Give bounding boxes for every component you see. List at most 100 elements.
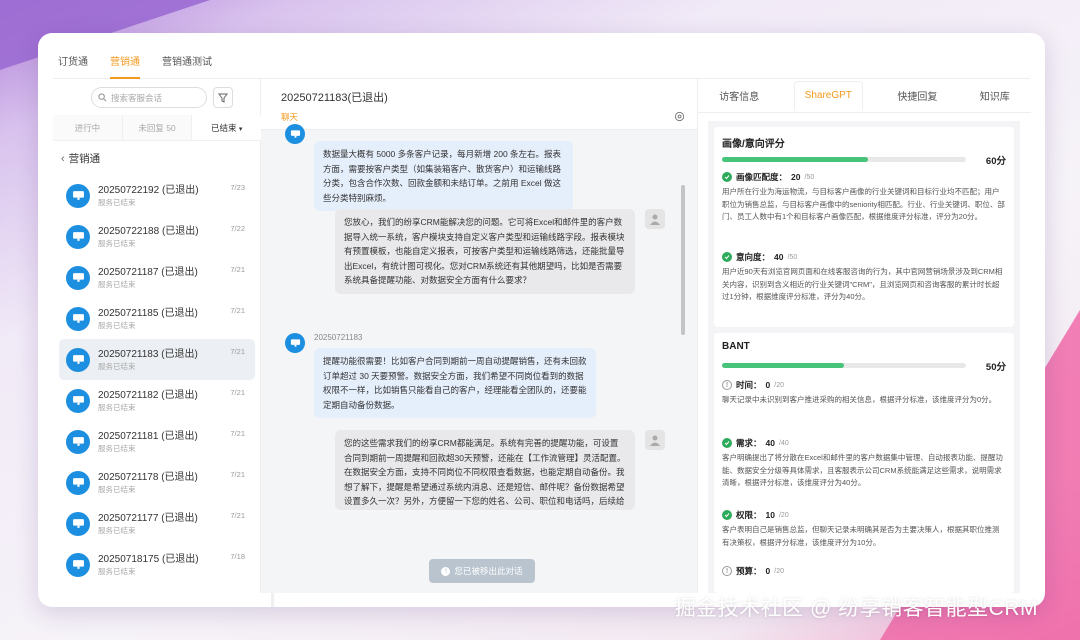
warning-icon: ! — [722, 380, 732, 390]
portrait-score: 60分 — [985, 156, 1006, 167]
criterion-intent: 意向度： 40/50 用户近90天有浏览官网页面和在线客服咨询的行为，其中官网营销… — [722, 251, 1006, 304]
info-icon: ! — [441, 566, 451, 576]
bant-score: 50分 — [985, 362, 1006, 373]
settings-icon[interactable] — [674, 111, 685, 125]
session-date: 7/23 — [230, 183, 245, 192]
session-status: 服务已结束 — [98, 525, 136, 535]
status-tab-in-progress[interactable]: 进行中 — [53, 115, 123, 140]
monitor-icon — [66, 347, 90, 372]
info-tabs: 访客信息 ShareGPT 快捷回复 知识库 — [698, 79, 1031, 113]
check-icon — [722, 172, 732, 182]
agent-avatar — [645, 209, 665, 229]
tab-yingxiaotong-test[interactable]: 营销通测试 — [162, 55, 212, 79]
check-icon — [722, 252, 732, 262]
criterion-value: 10 — [765, 510, 775, 520]
tab-sharegpt[interactable]: ShareGPT — [793, 80, 863, 111]
session-date: 7/21 — [230, 511, 245, 520]
criterion-value: 0 — [765, 380, 771, 390]
session-item[interactable]: 20250721181 (已退出) 服务已结束 7/21 — [59, 421, 255, 462]
criterion-max: /40 — [778, 439, 789, 447]
criterion-value: 40 — [765, 438, 775, 448]
chat-title: 20250721183(已退出) — [281, 92, 388, 104]
session-status: 服务已结束 — [98, 238, 136, 248]
criterion-max: /20 — [774, 381, 784, 389]
session-item[interactable]: 20250721185 (已退出) 服务已结束 7/21 — [59, 298, 255, 339]
monitor-icon — [66, 224, 90, 249]
tab-quick-reply[interactable]: 快捷回复 — [889, 82, 945, 109]
search-input[interactable]: 搜索客服会话 — [91, 87, 207, 108]
session-status: 服务已结束 — [98, 361, 136, 371]
tab-chat[interactable]: 聊天 — [281, 111, 298, 123]
check-icon — [722, 510, 732, 520]
session-item[interactable]: 20250721183 (已退出) 服务已结束 7/21 — [59, 339, 255, 380]
session-date: 7/21 — [230, 470, 245, 479]
criterion-name: 时间： — [736, 380, 762, 390]
session-item[interactable]: 20250721182 (已退出) 服务已结束 7/21 — [59, 380, 255, 421]
monitor-icon — [66, 511, 90, 536]
monitor-icon — [66, 470, 90, 495]
session-name: 20250721182 (已退出) — [98, 389, 198, 401]
session-list-panel: 搜索客服会话 进行中 未回复 50 已结束 ▾ ‹ 营销通 2025072219… — [53, 79, 274, 607]
session-status: 服务已结束 — [98, 443, 136, 453]
criterion-value: 0 — [765, 566, 771, 576]
status-tab-ended[interactable]: 已结束 ▾ — [192, 115, 262, 140]
session-item[interactable]: 20250718175 (已退出) 服务已结束 7/18 — [59, 544, 255, 585]
session-item[interactable]: 20250721177 (已退出) 服务已结束 7/21 — [59, 503, 255, 544]
search-placeholder: 搜索客服会话 — [111, 92, 163, 103]
session-status: 服务已结束 — [98, 197, 136, 207]
criterion-desc: 客户表明自己是销售总监，但聊天记录未明确其是否为主要决策人，根据其职位推测有决策… — [722, 525, 1000, 547]
tab-visitor-info[interactable]: 访客信息 — [711, 82, 767, 109]
session-name: 20250721177 (已退出) — [98, 512, 198, 524]
scrollbar[interactable] — [681, 185, 685, 335]
session-status: 服务已结束 — [98, 484, 136, 494]
session-date: 7/21 — [230, 347, 245, 356]
criterion-name: 意向度： — [736, 252, 771, 262]
bant-criterion: ! 时间： 0/20 聊天记录中未识别到客户推进采购的相关信息，根据评分标准，该维度评… — [722, 379, 1006, 407]
session-name: 20250722188 (已退出) — [98, 225, 199, 237]
monitor-icon — [66, 388, 90, 413]
moved-out-notice: ! 您已被移出此对话 — [429, 559, 535, 583]
criterion-name: 画像匹配度： — [736, 172, 788, 182]
session-date: 7/21 — [230, 306, 245, 315]
portrait-title: 画像/意向评分 — [722, 139, 785, 150]
tab-yingxiaotong[interactable]: 营销通 — [110, 55, 140, 79]
status-tab-ended-label: 已结束 — [210, 123, 237, 133]
session-item[interactable]: 20250721187 (已退出) 服务已结束 7/21 — [59, 257, 255, 298]
session-name: 20250718175 (已退出) — [98, 553, 199, 565]
message-timestamp: 2025072118​3 — [314, 333, 363, 342]
tab-knowledge-base[interactable]: 知识库 — [972, 82, 1018, 109]
session-status: 服务已结束 — [98, 279, 136, 289]
customer-avatar — [285, 124, 305, 144]
portrait-score-card: 画像/意向评分 60分 画像匹配度： 20/50 用户所在行业为海运物流，与目标客… — [714, 127, 1014, 327]
portrait-progress-bar — [722, 157, 966, 162]
monitor-icon — [66, 552, 90, 577]
session-item[interactable]: 20250721178 (已退出) 服务已结束 7/21 — [59, 462, 255, 503]
criterion-max: /50 — [804, 173, 815, 181]
info-panel: 访客信息 ShareGPT 快捷回复 知识库 画像/意向评分 60分 画像匹配度… — [697, 79, 1031, 593]
check-icon — [722, 438, 732, 448]
warning-icon: ! — [722, 566, 732, 576]
chevron-left-icon: ‹ — [61, 152, 65, 165]
criterion-name: 需求： — [736, 438, 762, 448]
criterion-max: /20 — [778, 511, 789, 519]
criterion-desc: 用户近90天有浏览官网页面和在线客服咨询的行为，其中官网营销场景涉及到CRM相关… — [722, 267, 1003, 301]
monitor-icon — [66, 306, 90, 331]
session-item[interactable]: 20250722192 (已退出) 服务已结束 7/23 — [59, 175, 255, 216]
agent-avatar — [645, 430, 665, 450]
back-button[interactable]: ‹ 营销通 — [61, 151, 100, 166]
session-item[interactable]: 20250722188 (已退出) 服务已结束 7/22 — [59, 216, 255, 257]
criterion-desc: 聊天记录中未识别到客户推进采购的相关信息，根据评分标准，该维度评分为0分。 — [722, 395, 997, 404]
watermark: 掘金技术社区 @ 纷享销客智能型CRM — [674, 597, 1038, 620]
tab-dinghuotong[interactable]: 订货通 — [58, 55, 88, 79]
criterion-name: 预算： — [736, 566, 762, 576]
session-name: 20250721181 (已退出) — [98, 430, 198, 442]
session-status: 服务已结束 — [98, 320, 136, 330]
session-date: 7/22 — [230, 224, 245, 233]
top-navigation: 订货通 营销通 营销通测试 — [53, 55, 1030, 79]
chat-messages: 数据量大概有 5000 多条客户记录，每月新增 200 条左右。报表方面，需要按… — [261, 124, 697, 593]
monitor-icon — [66, 429, 90, 454]
search-icon — [98, 93, 107, 102]
filter-button[interactable] — [213, 87, 233, 108]
bant-criterion: 权限： 10/20 客户表明自己是销售总监，但聊天记录未明确其是否为主要决策人，根据… — [722, 509, 1006, 549]
status-tab-unreplied[interactable]: 未回复 50 — [122, 115, 193, 140]
